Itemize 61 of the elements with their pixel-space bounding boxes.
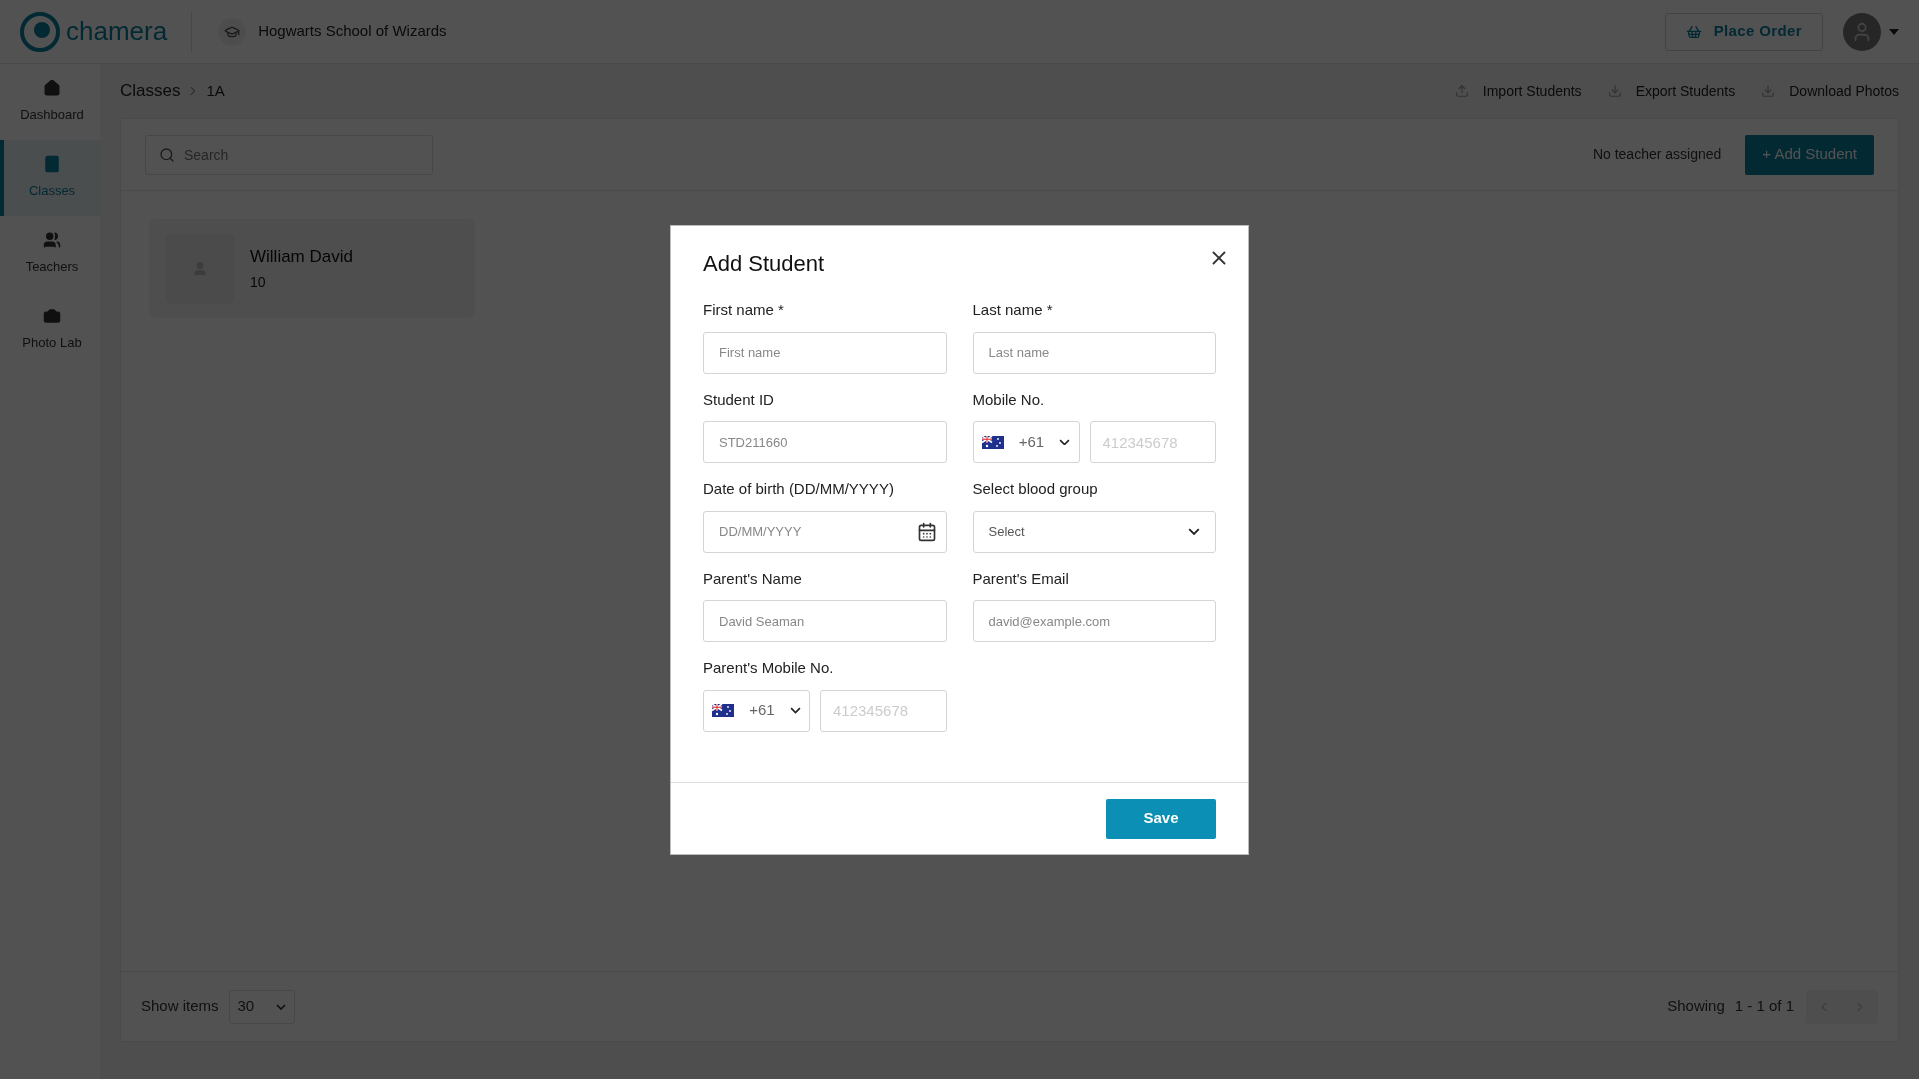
breadcrumb-current: 1A — [206, 80, 225, 101]
field-label: Parent's Email — [972, 568, 1070, 589]
breadcrumb-link[interactable]: Classes — [120, 78, 181, 104]
field-label: First name * — [703, 300, 785, 320]
field-label: Student ID — [703, 389, 775, 410]
sidebar-item[interactable]: Teachers — [0, 216, 100, 292]
student-detail: 10 — [250, 272, 267, 292]
logo-text: chamera — [66, 15, 168, 48]
school-name: Hogwarts School of Wizards — [258, 21, 447, 42]
upload-icon — [1454, 84, 1469, 98]
field-label: Select blood group — [972, 479, 1099, 499]
sidebar-item[interactable]: Photo Lab — [0, 292, 100, 368]
blood-group-select[interactable]: Select — [972, 510, 1216, 553]
search-icon — [159, 146, 175, 163]
action-link[interactable]: Export Students — [1607, 80, 1736, 102]
field-label: Date of birth (DD/MM/YYYY) — [703, 479, 895, 499]
page-range: 1 - 1 of 1 — [1734, 996, 1794, 1017]
text-input[interactable]: Last name — [972, 331, 1216, 374]
save-button[interactable]: Save — [1106, 798, 1216, 839]
field-label: Parent's Name — [703, 568, 803, 589]
camera-icon — [43, 307, 61, 326]
chevron-down-icon — [1059, 438, 1071, 446]
home-icon — [43, 79, 61, 98]
student-card[interactable]: William David 10 — [149, 219, 475, 318]
add-student-button[interactable]: + Add Student — [1745, 134, 1874, 175]
sidebar-item[interactable]: Dashboard — [0, 64, 100, 140]
chevron-down-icon — [790, 707, 801, 714]
action-link[interactable]: Download Photos — [1761, 80, 1899, 102]
field-label: Parent's Mobile No. — [703, 658, 835, 678]
place-order-button[interactable]: Place Order — [1664, 12, 1823, 51]
caret-icon[interactable] — [1889, 28, 1899, 35]
country-code-select[interactable]: +61 — [972, 421, 1080, 463]
show-items-label: Show items — [141, 996, 219, 1017]
chevron-down-icon — [1188, 527, 1200, 536]
teacher-status: No teacher assigned — [1592, 145, 1722, 164]
avatar[interactable] — [1843, 12, 1881, 51]
book-icon — [43, 155, 61, 174]
text-input[interactable]: David Seaman — [703, 600, 947, 642]
flag-icon — [981, 435, 1004, 449]
people-icon — [43, 231, 61, 250]
country-code-select[interactable]: +61 — [703, 689, 810, 732]
basket-icon — [1685, 23, 1702, 40]
download-icon — [1607, 84, 1622, 98]
flag-icon — [712, 704, 734, 717]
student-name: William David — [250, 246, 353, 269]
text-input[interactable]: david@example.com — [972, 600, 1216, 642]
school-badge-icon — [218, 17, 247, 46]
field-label: Last name * — [972, 300, 1054, 320]
action-link[interactable]: Import Students — [1454, 80, 1582, 102]
date-input[interactable]: DD/MM/YYYY — [703, 510, 947, 553]
field-label: Mobile No. — [972, 389, 1046, 410]
page-size-select[interactable]: 30 — [228, 989, 295, 1024]
chevron-down-icon — [275, 1003, 286, 1010]
download-icon — [1761, 84, 1776, 98]
dialog-title: Add Student — [703, 250, 825, 278]
logo-icon — [20, 11, 60, 52]
text-input[interactable]: STD211660 — [703, 421, 947, 463]
text-input[interactable]: First name — [703, 331, 947, 374]
sidebar-item[interactable]: Classes — [0, 140, 100, 216]
calendar-icon[interactable] — [916, 521, 937, 542]
showing-label: Showing — [1667, 996, 1725, 1017]
